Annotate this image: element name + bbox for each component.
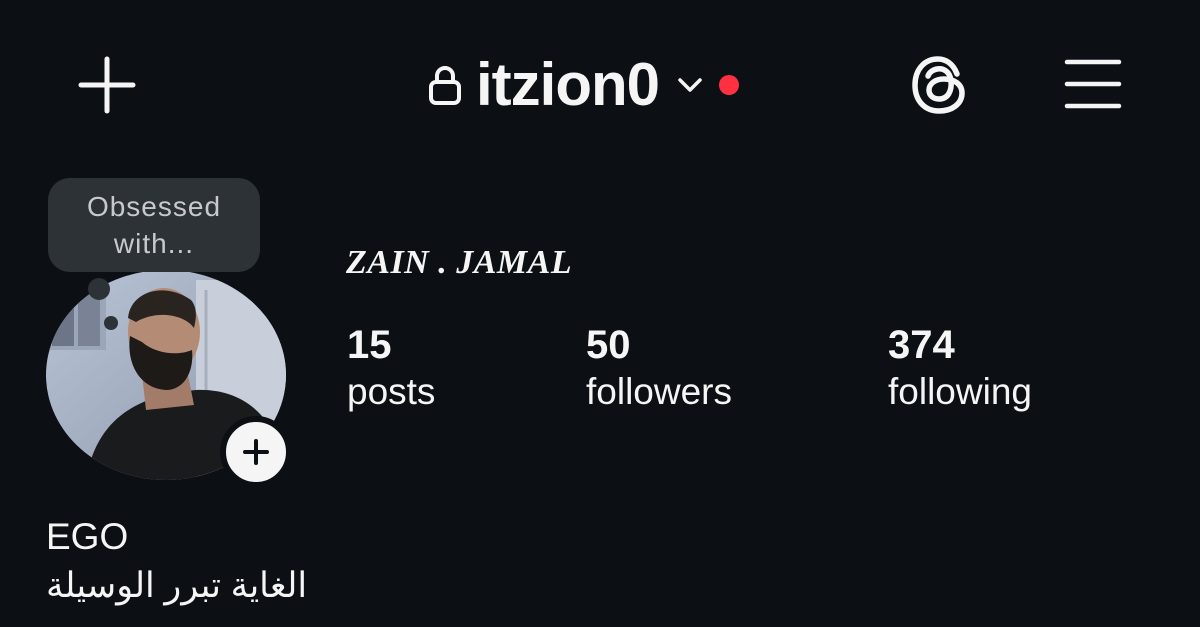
note-text-line1: Obsessed: [86, 191, 222, 222]
posts-count: 15: [347, 323, 392, 367]
following-label: following: [888, 371, 1032, 412]
followers-count: 50: [586, 323, 631, 367]
stat-following[interactable]: 374 following: [888, 322, 1032, 416]
create-button[interactable]: [78, 56, 136, 114]
add-story-button[interactable]: [220, 416, 292, 488]
posts-label: posts: [347, 371, 436, 412]
lock-icon: [429, 66, 461, 105]
hamburger-menu-icon: [1064, 59, 1122, 109]
stat-followers[interactable]: 50 followers: [586, 322, 732, 416]
notification-dot: [719, 75, 739, 95]
threads-button[interactable]: [910, 54, 970, 116]
account-switcher[interactable]: itzion0: [428, 50, 739, 120]
note-bubble-tail-dot: [104, 316, 118, 330]
bio-line-2: الغاية تبرر الوسيلة: [46, 566, 308, 605]
following-count: 374: [888, 323, 955, 367]
menu-button[interactable]: [1064, 58, 1122, 110]
chevron-down-icon[interactable]: [677, 75, 703, 95]
stat-posts[interactable]: 15 posts: [347, 322, 435, 416]
plus-icon: [78, 56, 136, 114]
note-text-line2: with...: [113, 228, 195, 259]
note-bubble-tail: [88, 278, 110, 300]
profile-full-name: ZAIN . JAMAL: [346, 244, 573, 281]
bio-line-1: EGO: [46, 516, 129, 557]
plus-icon: [243, 439, 269, 465]
followers-label: followers: [586, 371, 732, 412]
threads-icon: [912, 56, 965, 114]
profile-username: itzion0: [476, 51, 660, 118]
profile-note-bubble[interactable]: Obsessed with...: [48, 178, 260, 272]
